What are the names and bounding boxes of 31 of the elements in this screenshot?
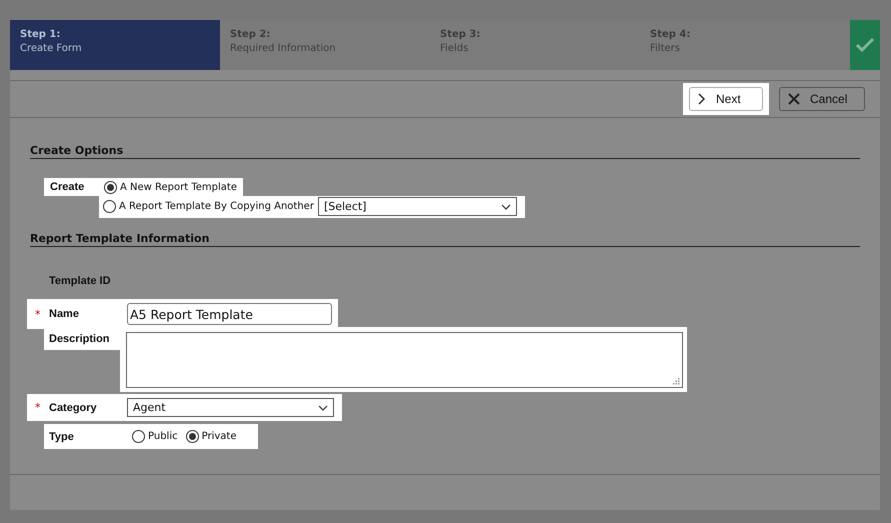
radio-option[interactable]: A New Report Template [104,181,237,194]
template-select[interactable]: [Select] [318,197,517,216]
step-tab[interactable]: Step 1: Create Form [10,20,220,70]
required-asterisk: * [34,308,42,320]
field-label: Create [50,181,86,193]
radio-button[interactable] [132,430,145,443]
name-field[interactable]: A5 Report Template [127,303,332,325]
next-button[interactable]: Next [689,87,763,111]
radio-option[interactable]: Public [132,430,178,443]
field-label: Template ID [49,275,112,287]
field-label: Description [49,333,110,345]
resize-grip-icon [673,378,680,385]
radio-button[interactable] [103,200,116,213]
caret-icon [500,204,511,210]
field-label: Category [49,402,98,414]
description-field[interactable] [126,332,683,388]
field-label: Name [49,308,80,320]
required-asterisk: * [34,401,42,414]
radio-button[interactable] [186,430,199,443]
chevron-right-icon [698,93,706,105]
field-label: Type [49,430,75,442]
close-icon [788,93,800,105]
section-heading: Create Options [30,144,860,159]
radio-button[interactable] [104,181,117,194]
checkmark-icon [855,37,875,53]
radio-option[interactable]: Private [186,430,236,443]
caret-icon [318,404,328,410]
radio-option[interactable]: A Report Template By Copying Another [103,200,314,213]
section-heading: Report Template Information [30,232,860,247]
cancel-button[interactable]: Cancel [779,87,865,111]
category-select[interactable]: Agent [127,398,334,417]
